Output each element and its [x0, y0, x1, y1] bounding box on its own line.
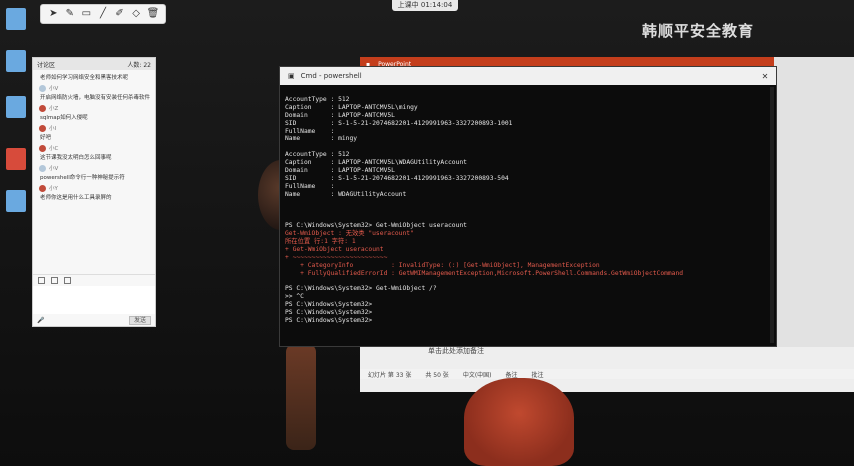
chat-message: 老师如何学习网络安全和黑客技术呢: [40, 75, 129, 81]
powershell-window[interactable]: ▣ Cmd - powershell ✕ AccountType : 512 Ca…: [279, 66, 777, 347]
ps-title: Cmd - powershell: [300, 72, 362, 80]
avatar: [39, 144, 46, 152]
slide-total: 共 50 张: [425, 371, 449, 379]
drawing-toolbar: ➤ ✎ ▭ ╱ ✐ ◇ 🗑: [40, 4, 166, 24]
terminal-line: AccountType : 512: [285, 96, 350, 103]
chat-count: 人数: 22: [127, 61, 151, 69]
terminal-line: 所在位置 行:1 字符: 1: [285, 238, 356, 246]
ppt-slide-area[interactable]: [774, 57, 854, 347]
chat-bottom-bar: 🎤 发送: [33, 314, 155, 326]
watermark: 韩顺平安全教育: [642, 22, 755, 40]
desktop-icon[interactable]: [6, 190, 26, 212]
terminal-line: FullName :: [285, 127, 335, 135]
desktop-icon[interactable]: [6, 96, 26, 118]
chat-message: 小V powershell命令行一种神秘提示符: [39, 164, 125, 181]
comments-button[interactable]: 批注: [532, 370, 544, 379]
close-icon[interactable]: ✕: [758, 72, 772, 81]
desktop-icon[interactable]: [6, 148, 26, 170]
notes-placeholder[interactable]: 单击此处添加备注: [428, 346, 484, 356]
terminal-line: PS C:\Windows\System32> Get-WmiObject /?: [285, 285, 437, 293]
terminal-line: + FullyQualifiedErrorId : GetWMIManageme…: [285, 269, 684, 277]
terminal-line: SID : S-1-5-21-2074682201-4129991963-332…: [285, 174, 509, 182]
terminal-line: PS C:\Windows\System32> Get-WmiObject us…: [285, 222, 467, 230]
scrollbar[interactable]: [770, 87, 774, 343]
terminal-line: SID : S-1-5-21-2074682201-4129991963-332…: [285, 119, 513, 127]
desktop-icon[interactable]: [6, 8, 26, 30]
terminal-line: Caption : LAPTOP-ANTCMV5L\mingy: [285, 103, 418, 111]
clear-icon[interactable]: 🗑: [147, 8, 160, 20]
chat-input[interactable]: [33, 286, 155, 314]
desktop-icon[interactable]: [6, 50, 26, 72]
send-button[interactable]: 发送: [128, 315, 151, 325]
terminal-line: Name : WDAGUtilityAccount: [285, 190, 407, 198]
chat-message: 小V 开启网络防火墙，电脑没有安装任何杀毒软件: [39, 84, 151, 101]
chat-message: 小I 好吧: [39, 124, 57, 141]
terminal-line: >> ^C: [285, 293, 304, 301]
terminal-line: PS C:\Windows\System32>: [285, 309, 373, 317]
chat-panel: 讨论区 人数: 22 老师如何学习网络安全和黑客技术呢 小V 开启网络防火墙，电…: [32, 57, 156, 327]
avatar: [39, 184, 46, 192]
avatar: [39, 164, 46, 172]
terminal-output[interactable]: AccountType : 512 Caption : LAPTOP-ANTCMV…: [280, 85, 776, 325]
terminal-line: Name : mingy: [285, 135, 358, 143]
terminal-line: FullName :: [285, 182, 335, 190]
terminal-line: Caption : LAPTOP-ANTCMV5L\WDAGUtilityAcc…: [285, 159, 467, 167]
cursor-icon[interactable]: ➤: [47, 8, 59, 20]
terminal-line: Domain : LAPTOP-ANTCMV5L: [285, 111, 395, 119]
image-icon[interactable]: [51, 277, 58, 284]
terminal-icon: ▣: [288, 72, 295, 80]
terminal-line: AccountType : 512: [285, 151, 350, 159]
terminal-line: Domain : LAPTOP-ANTCMV5L: [285, 167, 395, 175]
avatar: [39, 104, 46, 112]
terminal-line: + ~~~~~~~~~~~~~~~~~~~~~~~~~: [285, 253, 388, 261]
line-icon[interactable]: ╱: [97, 8, 109, 20]
terminal-line: PS C:\Windows\System32>: [285, 301, 373, 309]
language: 中文(中国): [462, 371, 492, 379]
terminal-line: PS C:\Windows\System32>: [285, 316, 373, 324]
mic-icon[interactable]: 🎤: [37, 317, 44, 324]
pen-icon[interactable]: ✎: [64, 8, 76, 20]
chat-header: 讨论区 人数: 22: [33, 58, 155, 70]
character-image: [286, 344, 316, 450]
rect-icon[interactable]: ▭: [80, 8, 92, 20]
chat-title: 讨论区: [37, 61, 56, 69]
chat-tools: [33, 274, 155, 286]
slide-counter: 幻灯片 第 33 张: [368, 371, 412, 379]
avatar: [39, 84, 46, 92]
file-icon[interactable]: [64, 277, 71, 284]
chat-message: 小C 这节课我没太明白怎么回事呢: [39, 144, 112, 161]
terminal-line: Get-WmiObject : 无效类 "useracount": [285, 230, 414, 238]
recording-indicator: 上课中 01:14:04: [392, 0, 458, 11]
character-image: [464, 378, 574, 466]
chat-message: 小Y 老师你这是用什么工具录屏的: [39, 184, 112, 201]
terminal-line: + Get-WmiObject useracount: [285, 245, 384, 253]
terminal-line: + CategoryInfo : InvalidType: (:) [Get-W…: [285, 261, 600, 269]
emoji-icon[interactable]: [38, 277, 45, 284]
chat-message: 小Z sqlmap如何入侵呢: [39, 104, 88, 121]
marker-icon[interactable]: ✐: [114, 8, 126, 20]
ps-titlebar: ▣ Cmd - powershell ✕: [280, 67, 776, 85]
ppt-statusbar: 幻灯片 第 33 张 共 50 张 中文(中国) 备注 批注: [360, 369, 854, 379]
avatar: [39, 124, 46, 132]
eraser-icon[interactable]: ◇: [130, 8, 142, 20]
